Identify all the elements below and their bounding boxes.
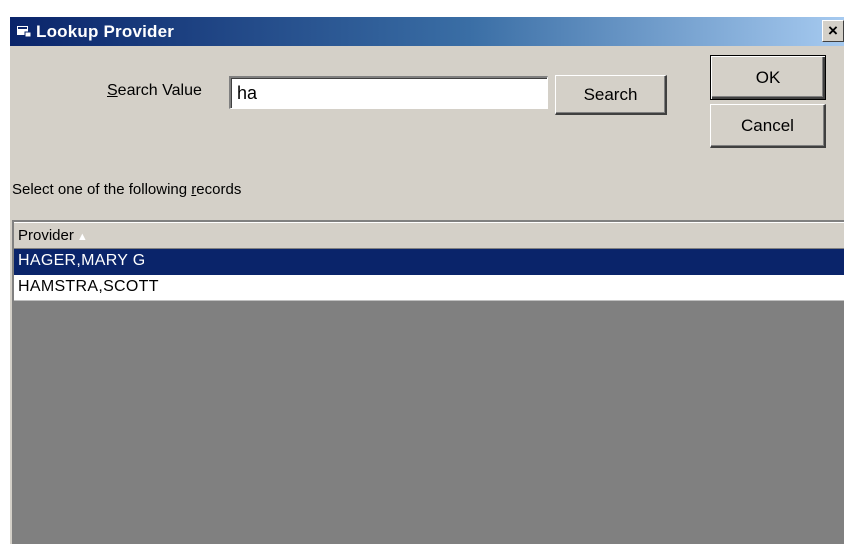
- close-icon: ×: [828, 21, 838, 40]
- window-app-icon: [17, 26, 32, 38]
- window-title: Lookup Provider: [36, 22, 175, 41]
- search-value-label: Search Value: [107, 82, 202, 100]
- table-row-selected[interactable]: HAGER,MARY G: [14, 249, 844, 275]
- sort-ascending-icon: ▲: [76, 231, 88, 243]
- title-bar[interactable]: Lookup Provider ×: [10, 17, 844, 46]
- column-header-label: Provider: [18, 227, 74, 244]
- provider-cell: HAMSTRA,SCOTT: [18, 278, 159, 295]
- search-label-text: earch Value: [117, 82, 202, 99]
- ok-button[interactable]: OK: [710, 55, 826, 100]
- close-button[interactable]: ×: [822, 20, 844, 42]
- lookup-provider-dialog: Lookup Provider × Search Value Search OK…: [10, 17, 844, 544]
- ok-button-label: OK: [755, 67, 781, 87]
- provider-records-grid[interactable]: Provider ▲ HAGER,MARY G HAMSTRA,SCOTT: [12, 220, 844, 544]
- instructions-suffix: ecords: [196, 181, 242, 198]
- cancel-button-label: Cancel: [741, 115, 794, 135]
- provider-cell: HAGER,MARY G: [18, 252, 146, 269]
- search-button[interactable]: Search: [555, 75, 667, 115]
- search-value-input[interactable]: [229, 76, 548, 109]
- column-header-provider[interactable]: Provider ▲: [14, 222, 844, 249]
- search-label-accelerator: S: [107, 82, 118, 99]
- cancel-button[interactable]: Cancel: [710, 104, 826, 148]
- instructions-prefix: Select one of the following: [12, 181, 192, 198]
- instructions-text: Select one of the following records: [12, 181, 241, 198]
- table-row[interactable]: HAMSTRA,SCOTT: [14, 275, 844, 301]
- search-button-label: Search: [583, 84, 638, 104]
